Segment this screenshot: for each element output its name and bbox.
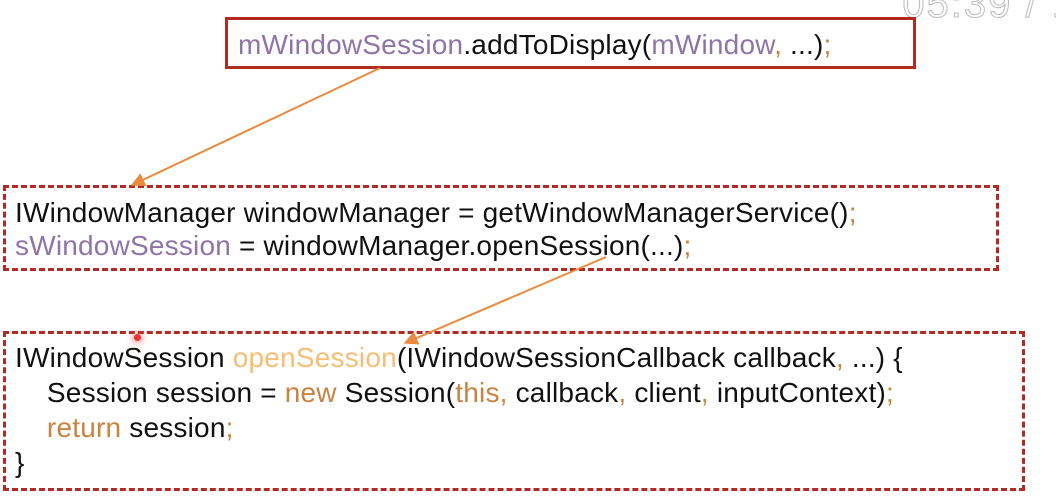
code-line: return session; [15,411,234,445]
code-token: mWindowSession [238,29,464,60]
code-line: IWindowManager windowManager = getWindow… [15,196,857,230]
code-token: ; [225,412,234,443]
code-token: } [15,447,25,478]
code-token: session [121,412,226,443]
code-token: ; [848,197,857,228]
code-line: } [15,446,25,480]
code-token: new [284,377,337,408]
code-token: ; [683,230,692,261]
code-token: IWindowSession [15,342,233,373]
code-token: .addToDisplay( [463,29,652,60]
code-line: Session session = new Session(this, call… [15,376,894,410]
arrow-to-open-session-impl [403,256,607,345]
code-line: IWindowSession openSession(IWindowSessio… [15,341,903,375]
code-token: inputContext) [708,377,887,408]
code-token: sWindowSession [15,230,231,261]
code-token: callback [507,377,619,408]
arrow-to-open-session-call [130,67,381,186]
code-line: mWindowSession.addToDisplay(mWindow, ...… [238,28,832,62]
code-token: , [499,377,508,408]
code-token: IWindowManager windowManager = getWindow… [15,197,849,228]
code-token: ; [823,29,832,60]
code-token: = windowManager.openSession(...) [231,230,684,261]
code-token: Session session = [15,377,285,408]
code-token: , [774,29,783,60]
code-token: this [455,377,500,408]
code-token: , [835,342,844,373]
code-token: Session( [336,377,456,408]
code-token: mWindow [651,29,775,60]
code-line: sWindowSession = windowManager.openSessi… [15,229,692,263]
code-token: ...) { [843,342,903,373]
code-token: (IWindowSessionCallback callback [396,342,836,373]
code-token: openSession [232,342,397,373]
code-token: ; [886,377,894,408]
code-token: ...) [782,29,824,60]
code-token: return [46,412,122,443]
code-token: , [700,377,709,408]
code-token: client [626,377,701,408]
